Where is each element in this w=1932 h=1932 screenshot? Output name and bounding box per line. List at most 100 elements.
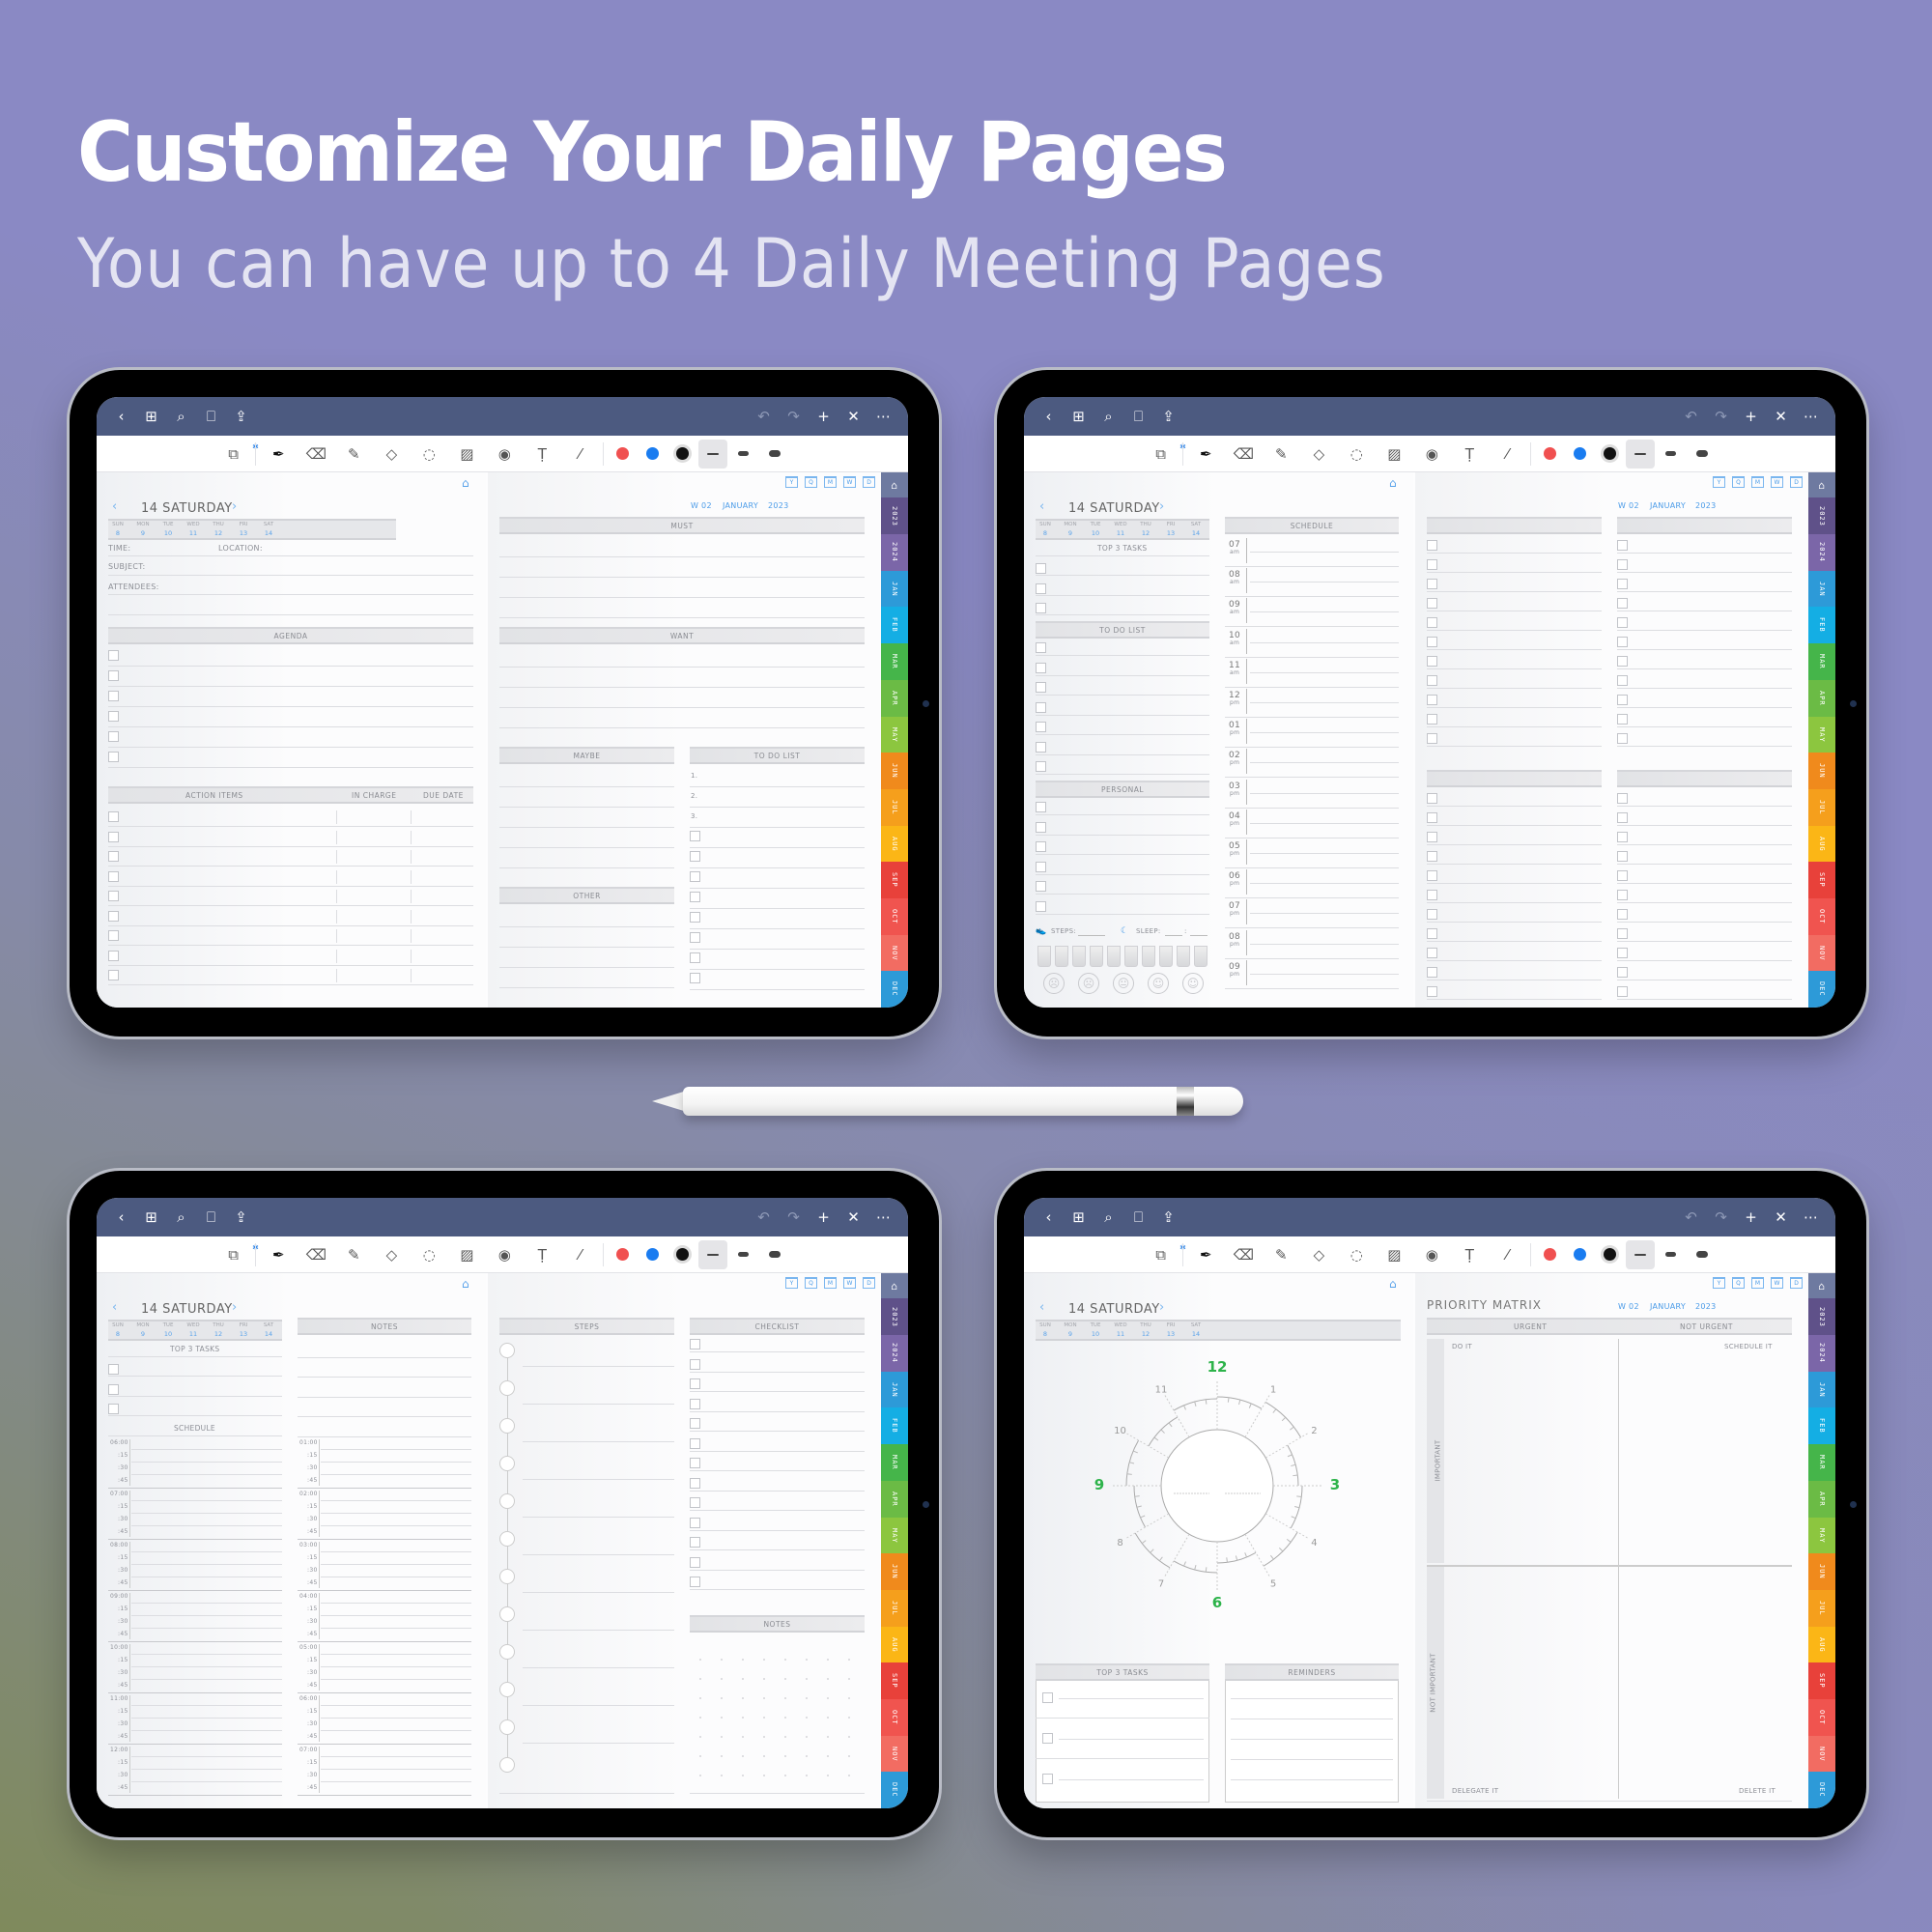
quadrant-do[interactable] bbox=[1446, 1354, 1616, 1561]
stroke-width-3-button[interactable] bbox=[760, 1240, 789, 1269]
tab-mar[interactable]: MAR bbox=[1808, 1444, 1835, 1481]
stroke-width-2-button[interactable] bbox=[729, 1240, 758, 1269]
color-blue-button[interactable] bbox=[645, 1248, 659, 1261]
checkbox[interactable] bbox=[1617, 967, 1628, 978]
tab-nov[interactable]: NOV bbox=[1808, 1735, 1835, 1773]
tab-dec[interactable]: DEC bbox=[1808, 971, 1835, 1008]
color-red-button[interactable] bbox=[615, 447, 629, 460]
water-glass-icon[interactable] bbox=[1090, 946, 1103, 967]
checkbox[interactable] bbox=[1617, 928, 1628, 939]
search-button[interactable]: ⌕ bbox=[166, 397, 196, 436]
lasso-tool[interactable]: ◌ bbox=[411, 1236, 448, 1273]
checkbox[interactable] bbox=[690, 1378, 700, 1389]
step-circle[interactable] bbox=[499, 1418, 515, 1434]
tab-2024[interactable]: 2024 bbox=[1808, 534, 1835, 571]
mood-face-icon[interactable]: ☹ bbox=[1078, 973, 1099, 994]
prev-day-arrow[interactable]: ‹ bbox=[1039, 1300, 1044, 1315]
home-link-icon[interactable]: ⌂ bbox=[1389, 476, 1397, 490]
tab-sep[interactable]: SEP bbox=[1808, 862, 1835, 898]
checkbox[interactable] bbox=[690, 1497, 700, 1508]
tab-jan[interactable]: JAN bbox=[1808, 1371, 1835, 1408]
checkbox[interactable] bbox=[1036, 603, 1046, 613]
checkbox[interactable] bbox=[1427, 832, 1437, 842]
week-number-link[interactable]: W 02 bbox=[1618, 501, 1639, 510]
checkbox[interactable] bbox=[1427, 890, 1437, 900]
view-w-button[interactable]: W bbox=[843, 1277, 856, 1289]
checkbox[interactable] bbox=[690, 892, 700, 902]
view-m-button[interactable]: M bbox=[1751, 1277, 1764, 1289]
tab-dec[interactable]: DEC bbox=[881, 971, 908, 1008]
grid-button[interactable]: ⊞ bbox=[136, 1198, 166, 1236]
checkbox[interactable] bbox=[1036, 642, 1046, 653]
checkbox[interactable] bbox=[690, 871, 700, 882]
checkbox[interactable] bbox=[1427, 733, 1437, 744]
year-link[interactable]: 2023 bbox=[1695, 501, 1717, 510]
tab-apr[interactable]: APR bbox=[1808, 679, 1835, 717]
water-glass-icon[interactable] bbox=[1055, 946, 1068, 967]
share-button[interactable]: ⇪ bbox=[1153, 1198, 1183, 1236]
tab-feb[interactable]: FEB bbox=[881, 1407, 908, 1445]
color-black-button[interactable] bbox=[1603, 1248, 1616, 1261]
step-circle[interactable] bbox=[499, 1757, 515, 1773]
view-w-button[interactable]: W bbox=[843, 476, 856, 488]
search-button[interactable]: ⌕ bbox=[1094, 397, 1123, 436]
weekday-date-link[interactable]: 14 bbox=[1186, 529, 1206, 537]
checkbox[interactable] bbox=[108, 711, 119, 722]
stroke-width-3-button[interactable] bbox=[760, 440, 789, 469]
tab-feb[interactable]: FEB bbox=[1808, 607, 1835, 644]
redo-button[interactable]: ↷ bbox=[779, 1198, 809, 1236]
month-link[interactable]: JANUARY bbox=[723, 501, 758, 510]
tab-may[interactable]: MAY bbox=[881, 716, 908, 753]
checkbox[interactable] bbox=[1036, 722, 1046, 732]
checkbox[interactable] bbox=[1042, 1774, 1053, 1784]
color-blue-button[interactable] bbox=[1573, 447, 1586, 460]
shapes-tool[interactable]: ◇ bbox=[1300, 1236, 1338, 1273]
search-button[interactable]: ⌕ bbox=[166, 1198, 196, 1236]
tab-jan[interactable]: JAN bbox=[1808, 570, 1835, 608]
home-link-icon[interactable]: ⌂ bbox=[1389, 1277, 1397, 1291]
back-button[interactable]: ‹ bbox=[1034, 397, 1064, 436]
checkbox[interactable] bbox=[1427, 656, 1437, 667]
quadrant-schedule[interactable] bbox=[1620, 1354, 1790, 1561]
water-glass-icon[interactable] bbox=[1124, 946, 1138, 967]
view-y-button[interactable]: Y bbox=[785, 476, 798, 488]
grid-button[interactable]: ⊞ bbox=[136, 397, 166, 436]
month-link[interactable]: JANUARY bbox=[1650, 501, 1686, 510]
tab-apr[interactable]: APR bbox=[881, 679, 908, 717]
tab-nov[interactable]: NOV bbox=[881, 934, 908, 972]
checkbox[interactable] bbox=[690, 1418, 700, 1429]
prev-day-arrow[interactable]: ‹ bbox=[1039, 499, 1044, 514]
step-circle[interactable] bbox=[499, 1380, 515, 1396]
water-glass-icon[interactable] bbox=[1037, 946, 1051, 967]
year-link[interactable]: 2023 bbox=[1695, 1302, 1717, 1311]
weekday-date-link[interactable]: 8 bbox=[108, 529, 128, 537]
view-d-button[interactable]: D bbox=[863, 1277, 875, 1289]
checkbox[interactable] bbox=[1617, 870, 1628, 881]
checkbox[interactable] bbox=[1617, 559, 1628, 570]
tab-2024[interactable]: 2024 bbox=[881, 1335, 908, 1372]
checkbox[interactable] bbox=[1427, 851, 1437, 862]
page-view-tool[interactable]: ⧉ bbox=[214, 1236, 252, 1273]
weekday-date-link[interactable]: 8 bbox=[108, 1330, 128, 1338]
tab-nov[interactable]: NOV bbox=[1808, 934, 1835, 972]
camera-tool[interactable]: ◉ bbox=[1413, 436, 1451, 472]
home-link-icon[interactable]: ⌂ bbox=[462, 1277, 469, 1291]
weekday-date-link[interactable]: 8 bbox=[1036, 529, 1055, 537]
tab-aug[interactable]: AUG bbox=[1808, 825, 1835, 863]
stroke-width-1-button[interactable] bbox=[1625, 1239, 1655, 1269]
view-q-button[interactable]: Q bbox=[1732, 1277, 1745, 1289]
weekday-date-link[interactable]: 9 bbox=[133, 1330, 153, 1338]
mood-face-icon[interactable]: ☺ bbox=[1148, 973, 1169, 994]
checkbox[interactable] bbox=[1617, 948, 1628, 958]
checkbox[interactable] bbox=[1036, 900, 1046, 912]
image-tool[interactable]: ▨ bbox=[448, 436, 486, 472]
tab-2024[interactable]: 2024 bbox=[881, 534, 908, 571]
color-red-button[interactable] bbox=[1543, 1248, 1556, 1261]
image-tool[interactable]: ▨ bbox=[448, 1236, 486, 1273]
weekday-date-link[interactable]: 11 bbox=[1111, 1330, 1130, 1338]
checkbox[interactable] bbox=[1617, 812, 1628, 823]
step-circle[interactable] bbox=[499, 1644, 515, 1660]
checkbox[interactable] bbox=[1036, 881, 1046, 892]
checkbox[interactable] bbox=[1036, 821, 1046, 833]
page-view-tool[interactable]: ⧉ bbox=[1142, 436, 1179, 472]
